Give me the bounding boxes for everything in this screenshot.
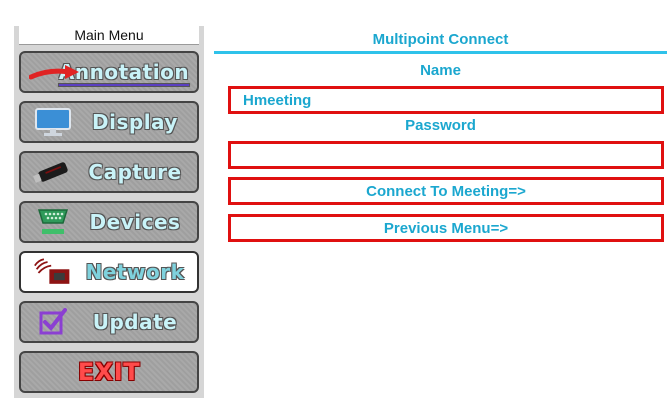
menu-item-label: Display: [92, 110, 178, 134]
password-input[interactable]: [228, 141, 664, 169]
menu-item-network[interactable]: Network: [19, 251, 199, 293]
menu-item-label: Devices: [89, 210, 181, 234]
menu-item-label: Network: [85, 260, 185, 284]
monitor-icon: [33, 107, 73, 137]
menu-item-label: Update: [92, 310, 178, 334]
connect-to-meeting-button[interactable]: Connect To Meeting=>: [228, 177, 664, 205]
menu-item-exit[interactable]: EXIT: [19, 351, 199, 393]
menu-item-label: Capture: [88, 160, 182, 184]
password-label: Password: [405, 117, 476, 134]
menu-item-update[interactable]: Update: [19, 301, 199, 343]
main-menu-header: Main Menu: [19, 26, 199, 45]
title-divider: [214, 51, 667, 54]
name-label: Name: [420, 62, 461, 79]
serial-port-icon: [33, 207, 73, 237]
panel-title: Multipoint Connect: [372, 31, 509, 48]
menu-item-annotation[interactable]: Annotation: [19, 51, 199, 93]
wireless-router-icon: [33, 257, 73, 287]
menu-item-capture[interactable]: Capture: [19, 151, 199, 193]
checkbox-icon: [33, 307, 73, 337]
exit-button-label: EXIT: [77, 358, 141, 386]
main-menu-sidebar: Main Menu Annotation Display Capture Dev…: [14, 26, 204, 398]
menu-item-devices[interactable]: Devices: [19, 201, 199, 243]
name-input[interactable]: Hmeeting: [228, 86, 664, 114]
arrow-pen-icon: [29, 65, 79, 80]
usb-stick-icon: [33, 157, 73, 187]
menu-item-display[interactable]: Display: [19, 101, 199, 143]
previous-menu-button[interactable]: Previous Menu=>: [228, 214, 664, 242]
